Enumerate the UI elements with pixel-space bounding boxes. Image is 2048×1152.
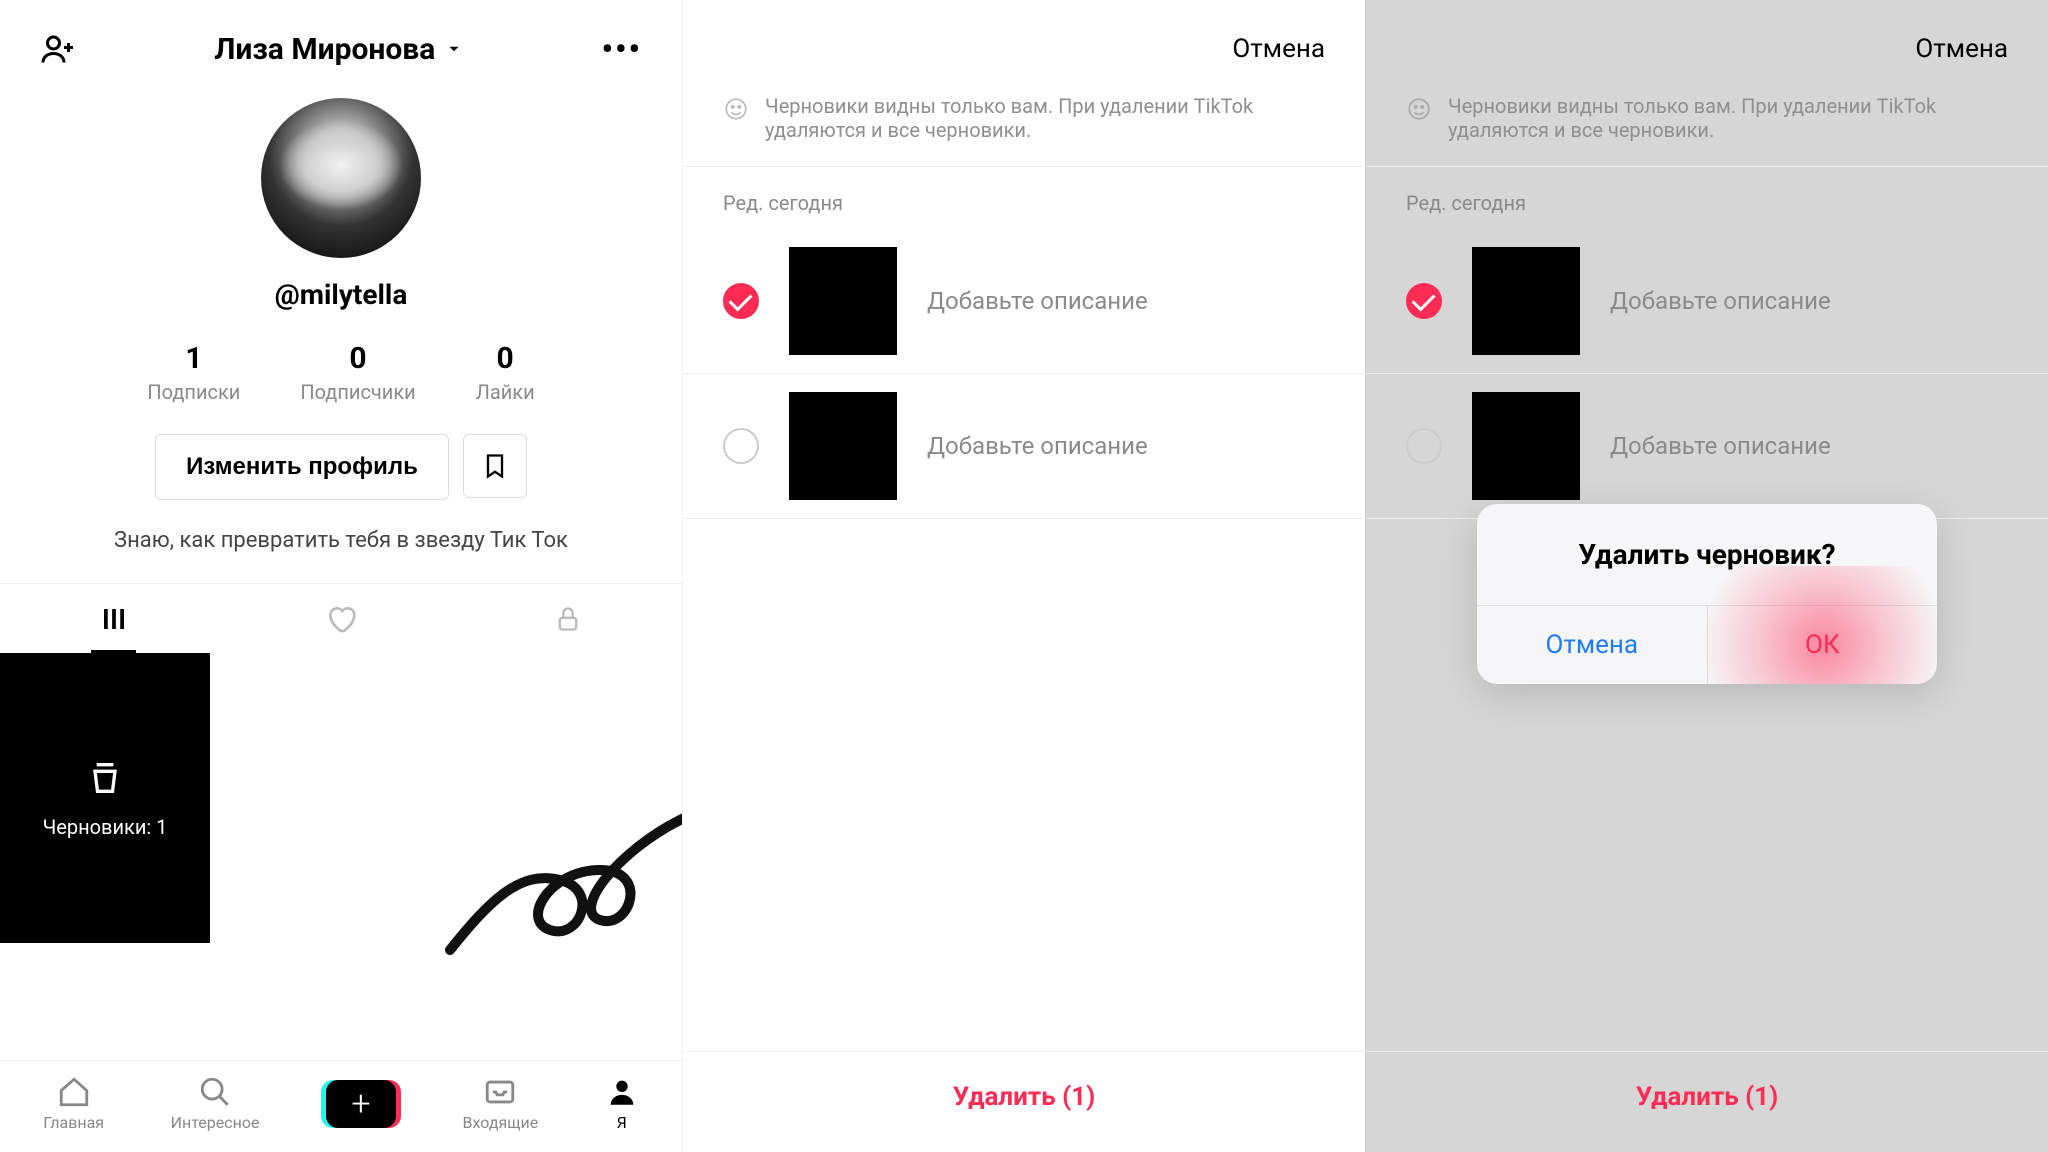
tab-feed[interactable] <box>0 584 227 653</box>
edit-profile-button[interactable]: Изменить профиль <box>155 434 449 500</box>
bookmark-icon <box>481 452 509 480</box>
nav-me[interactable]: Я <box>605 1075 639 1132</box>
drafts-tile[interactable]: Черновики: 1 <box>0 653 210 943</box>
nav-home[interactable]: Главная <box>43 1075 104 1132</box>
avatar[interactable] <box>261 98 421 258</box>
nav-discover[interactable]: Интересное <box>171 1075 260 1132</box>
username: @milytella <box>0 278 682 311</box>
draft-description: Добавьте описание <box>927 287 1148 315</box>
draft-item[interactable]: Добавьте описание <box>1366 229 2048 374</box>
video-grid: Черновики: 1 <box>0 653 682 943</box>
feed-icon <box>99 604 129 634</box>
dialog-cancel-button[interactable]: Отмена <box>1477 606 1708 684</box>
stat-following[interactable]: 1 Подписки <box>147 341 240 404</box>
inbox-icon <box>483 1075 517 1109</box>
draft-checkbox[interactable] <box>723 428 759 464</box>
draft-item[interactable]: Добавьте описание <box>683 374 1365 519</box>
draft-checkbox[interactable] <box>723 283 759 319</box>
draft-thumbnail[interactable] <box>789 247 897 355</box>
heart-outline-icon <box>325 603 357 635</box>
delete-button[interactable]: Удалить (1) <box>1366 1051 2048 1152</box>
smile-icon <box>723 96 749 122</box>
profile-tabs <box>0 583 682 653</box>
more-icon[interactable]: ••• <box>602 30 643 68</box>
draft-thumbnail[interactable] <box>1472 392 1580 500</box>
drafts-info: Черновики видны только вам. При удалении… <box>1366 88 2048 167</box>
nav-inbox[interactable]: Входящие <box>463 1075 539 1132</box>
chevron-down-icon <box>445 40 463 58</box>
bottom-nav: Главная Интересное + Входящие Я <box>0 1060 682 1152</box>
drafts-screen-dialog: Отмена Черновики видны только вам. При у… <box>1365 0 2048 1152</box>
profile-header: Лиза Миронова ••• <box>0 0 682 78</box>
section-today: Ред. сегодня <box>1366 167 2048 229</box>
cancel-button[interactable]: Отмена <box>1915 34 2008 64</box>
home-icon <box>57 1075 91 1109</box>
person-icon <box>605 1075 639 1109</box>
dialog-title: Удалить черновик? <box>1477 504 1937 605</box>
search-icon <box>198 1075 232 1109</box>
delete-button[interactable]: Удалить (1) <box>683 1051 1365 1152</box>
draft-description: Добавьте описание <box>1610 432 1831 460</box>
draft-description: Добавьте описание <box>1610 287 1831 315</box>
tab-liked[interactable] <box>227 584 454 653</box>
tab-private[interactable] <box>455 584 682 653</box>
stat-likes[interactable]: 0 Лайки <box>476 341 535 404</box>
section-today: Ред. сегодня <box>683 167 1365 229</box>
bookmarks-button[interactable] <box>463 434 527 498</box>
nav-create-button[interactable]: + <box>326 1080 396 1128</box>
add-person-icon[interactable] <box>40 31 76 67</box>
plus-icon: + <box>351 1087 370 1121</box>
profile-name-dropdown[interactable]: Лиза Миронова <box>214 32 463 67</box>
draft-item[interactable]: Добавьте описание <box>1366 374 2048 519</box>
stats-row: 1 Подписки 0 Подписчики 0 Лайки <box>0 341 682 404</box>
draft-thumbnail[interactable] <box>789 392 897 500</box>
draft-checkbox[interactable] <box>1406 283 1442 319</box>
smile-icon <box>1406 96 1432 122</box>
confirm-dialog: Удалить черновик? Отмена ОК <box>1477 504 1937 684</box>
dialog-ok-button[interactable]: ОК <box>1708 606 1938 684</box>
profile-name: Лиза Миронова <box>214 32 435 67</box>
lock-icon <box>554 605 582 633</box>
draft-item[interactable]: Добавьте описание <box>683 229 1365 374</box>
draft-checkbox[interactable] <box>1406 428 1442 464</box>
drafts-icon <box>85 758 125 803</box>
drafts-screen: Отмена Черновики видны только вам. При у… <box>682 0 1365 1152</box>
profile-screen: Лиза Миронова ••• @milytella 1 Подписки … <box>0 0 682 1152</box>
drafts-info: Черновики видны только вам. При удалении… <box>683 88 1365 167</box>
cancel-button[interactable]: Отмена <box>1232 34 1325 64</box>
draft-thumbnail[interactable] <box>1472 247 1580 355</box>
drafts-tile-label: Черновики: 1 <box>43 815 168 839</box>
draft-description: Добавьте описание <box>927 432 1148 460</box>
stat-followers[interactable]: 0 Подписчики <box>300 341 415 404</box>
bio-text: Знаю, как превратить тебя в звезду Тик Т… <box>0 528 682 553</box>
